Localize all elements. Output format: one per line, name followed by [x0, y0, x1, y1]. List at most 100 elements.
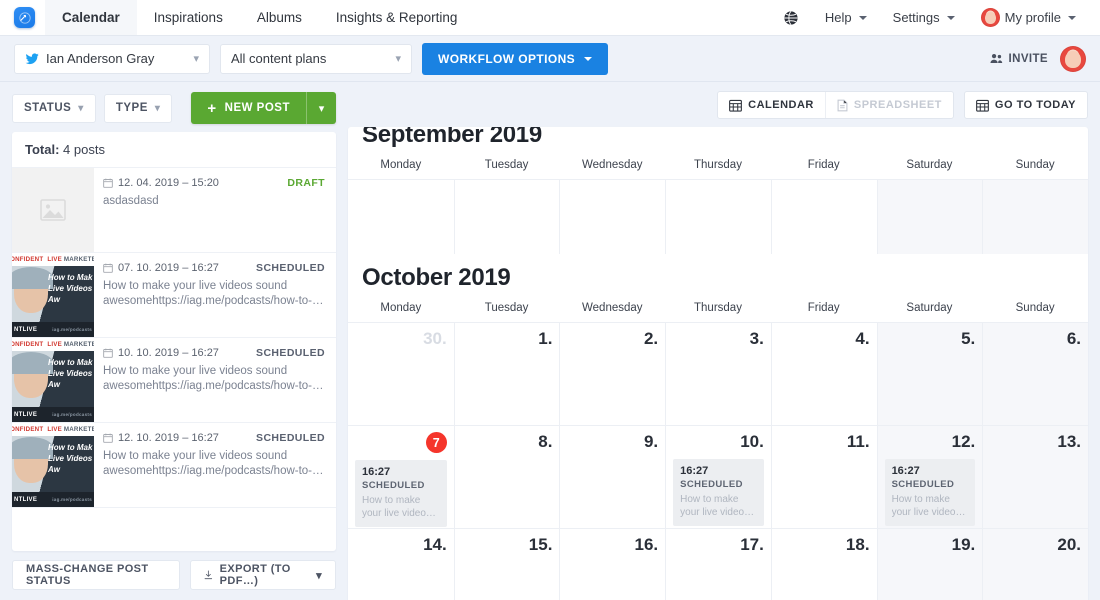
brand-mid: LIVE — [47, 341, 62, 348]
day-cell[interactable]: 16. — [559, 529, 665, 600]
day-cell[interactable]: 15. — [453, 529, 560, 600]
help-menu[interactable]: Help — [815, 0, 877, 36]
chevron-down-icon — [1068, 15, 1076, 20]
view-mode-group: CALENDAR SPREADSHEET — [717, 91, 954, 119]
day-cell[interactable]: 2. — [559, 323, 665, 425]
status-filter[interactable]: STATUS ▾ — [12, 93, 96, 123]
sidebar-footer-actions: MASS-CHANGE POST STATUS EXPORT (TO PDF…)… — [12, 551, 336, 600]
weekday-saturday: Saturday — [906, 159, 953, 171]
post-date: 10. 10. 2019 – 16:27 — [103, 347, 219, 359]
person-photo — [12, 267, 53, 313]
day-cell[interactable]: 30. — [348, 323, 454, 425]
go-to-today-button[interactable]: GO TO TODAY — [965, 92, 1087, 118]
calendar-scroll-container[interactable]: September 2019 Monday Tuesday Wednesday … — [348, 127, 1088, 600]
weekday-sunday: Sunday — [1015, 159, 1055, 171]
day-number: 18. — [845, 535, 870, 554]
nav-item-calendar[interactable]: Calendar — [45, 0, 137, 35]
day-cell[interactable]: 12. 16:27 SCHEDULED How to make your liv… — [876, 426, 983, 528]
day-cell[interactable]: 18. — [770, 529, 877, 600]
invite-button[interactable]: INVITE — [990, 53, 1048, 65]
avatar — [980, 8, 1000, 27]
day-cell[interactable] — [876, 180, 983, 254]
day-number: 13. — [1057, 432, 1081, 451]
invite-avatar[interactable] — [1060, 45, 1086, 72]
new-post-button[interactable]: + NEW POST — [191, 92, 306, 124]
footer-label: NTLIVE — [14, 326, 38, 333]
day-cell[interactable]: 9. — [559, 426, 665, 528]
day-number: 12. — [951, 432, 976, 451]
day-cell[interactable] — [665, 180, 771, 254]
day-cell[interactable]: 17. — [665, 529, 771, 600]
day-cell[interactable]: 10. 16:27 SCHEDULED How to make your liv… — [665, 426, 771, 528]
go-to-today-group: GO TO TODAY — [963, 91, 1088, 119]
day-cell[interactable]: 1. — [453, 323, 560, 425]
calendar-event[interactable]: 16:27 SCHEDULED How to make your live vi… — [355, 460, 447, 527]
brand-right: MARKETER — [63, 341, 94, 348]
spreadsheet-view-button[interactable]: SPREADSHEET — [824, 92, 953, 118]
my-profile-menu[interactable]: My profile — [971, 0, 1086, 36]
day-number: 30. — [423, 329, 447, 348]
day-cell[interactable]: 13. — [982, 426, 1088, 528]
settings-menu[interactable]: Settings — [883, 0, 965, 36]
weekday-monday: Monday — [380, 302, 422, 314]
status-badge: SCHEDULED — [256, 262, 325, 274]
plus-icon: + — [207, 99, 217, 117]
day-cell[interactable] — [348, 180, 454, 254]
day-cell[interactable]: 20. — [982, 529, 1088, 600]
month-title-september: September 2019 — [362, 127, 542, 148]
thumbnail-footer: NTLIVE iag.me/podcasts — [12, 407, 94, 422]
day-cell[interactable]: 6. — [982, 323, 1088, 425]
logo-container[interactable] — [0, 0, 45, 35]
post-text: asdasdasd — [103, 195, 159, 207]
calendar-event[interactable]: 16:27 SCHEDULED How to make your live vi… — [673, 459, 764, 526]
brand-right: MARKETER — [63, 256, 94, 263]
day-cell[interactable]: 11. — [770, 426, 877, 528]
day-cell[interactable]: 3. — [665, 323, 771, 425]
type-filter[interactable]: TYPE ▾ — [103, 93, 173, 123]
list-item[interactable]: 12. 04. 2019 – 15:20 DRAFT asdasdasd — [12, 168, 336, 253]
workflow-options-label: WORKFLOW OPTIONS — [438, 51, 576, 66]
type-filter-label: TYPE — [115, 102, 148, 114]
day-number: 6. — [1066, 329, 1081, 348]
day-number: 19. — [951, 535, 976, 554]
day-cell[interactable] — [453, 180, 560, 254]
new-post-dropdown-button[interactable]: ▾ — [306, 92, 336, 124]
language-globe-button[interactable] — [773, 0, 809, 36]
workflow-options-button[interactable]: WORKFLOW OPTIONS — [422, 42, 609, 75]
mass-change-post-status-button[interactable]: MASS-CHANGE POST STATUS — [12, 560, 180, 590]
export-button[interactable]: EXPORT (TO PDF…) ▾ — [189, 560, 336, 590]
list-item[interactable]: CONFIDENT LIVE MARKETER How to Mak Live … — [12, 423, 336, 508]
brand-left: CONFIDENT — [12, 426, 44, 433]
nav-item-insights-reporting[interactable]: Insights & Reporting — [319, 0, 475, 35]
post-date: 12. 04. 2019 – 15:20 — [103, 177, 219, 189]
chevron-down-icon: ▾ — [78, 102, 84, 114]
calendar-icon — [103, 178, 113, 188]
calendar-view-button[interactable]: CALENDAR — [718, 92, 825, 118]
brand-mid: LIVE — [47, 256, 62, 263]
week-row: 30. 1. 2. 3. 4. 5. 6. — [348, 322, 1088, 425]
sidebar-filter-row: STATUS ▾ TYPE ▾ + NEW POST ▾ — [12, 92, 336, 124]
day-cell[interactable]: 19. — [876, 529, 983, 600]
post-thumbnail-placeholder — [12, 168, 94, 252]
day-number: 4. — [855, 329, 870, 348]
day-cell[interactable]: 8. — [453, 426, 560, 528]
profile-select[interactable]: Ian Anderson Gray ▾ — [14, 43, 210, 74]
nav-item-inspirations[interactable]: Inspirations — [137, 0, 240, 35]
grid-icon — [975, 99, 989, 112]
content-plan-select[interactable]: All content plans ▾ — [220, 43, 412, 74]
users-icon — [990, 54, 1002, 63]
list-item[interactable]: CONFIDENT LIVE MARKETER How to Mak Live … — [12, 253, 336, 338]
calendar-event[interactable]: 16:27 SCHEDULED How to make your live vi… — [884, 459, 976, 526]
posts-sidebar: STATUS ▾ TYPE ▾ + NEW POST ▾ Total: 4 po… — [0, 82, 348, 600]
nav-item-albums[interactable]: Albums — [240, 0, 319, 35]
day-cell[interactable] — [982, 180, 1088, 254]
day-cell[interactable]: 14. — [348, 529, 454, 600]
day-cell[interactable]: 4. — [770, 323, 877, 425]
day-cell[interactable]: 5. — [876, 323, 983, 425]
status-filter-label: STATUS — [24, 102, 72, 114]
day-cell[interactable] — [559, 180, 665, 254]
day-cell[interactable] — [770, 180, 877, 254]
week-row: 14. 15. 16. 17. 18. 19. 20. — [348, 528, 1088, 600]
day-cell[interactable]: 7 16:27 SCHEDULED How to make your live … — [348, 426, 454, 528]
list-item[interactable]: CONFIDENT LIVE MARKETER How to Mak Live … — [12, 338, 336, 423]
